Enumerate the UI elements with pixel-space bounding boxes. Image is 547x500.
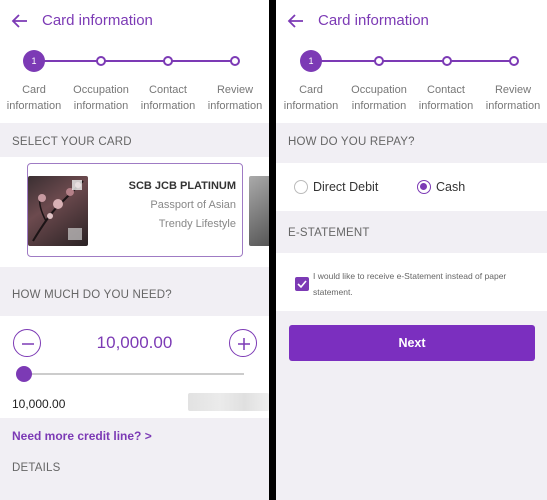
direct-debit-label[interactable]: Direct Debit	[313, 180, 378, 194]
next-card-preview[interactable]	[249, 176, 269, 246]
step-label-review: Review information	[196, 82, 269, 114]
estatement-checkbox[interactable]	[295, 277, 309, 291]
page-title: Card information	[318, 12, 429, 29]
card-tagline: Passport of Asian	[150, 199, 236, 211]
step-label-card: Card information	[276, 82, 350, 114]
step-4-dot	[230, 56, 240, 66]
card-name: SCB JCB PLATINUM	[128, 180, 236, 192]
radio-direct-debit[interactable]	[294, 180, 308, 194]
step-label-line: Card	[299, 84, 323, 96]
step-1-active: 1	[23, 50, 45, 72]
select-card-heading: SELECT YOUR CARD	[12, 136, 132, 148]
blurred-field	[188, 393, 269, 411]
card-artwork-icon	[32, 180, 84, 242]
decrease-amount-button[interactable]	[13, 329, 41, 357]
step-label-line: Review	[494, 84, 532, 96]
step-4-dot	[509, 56, 519, 66]
header: Card information	[0, 0, 269, 43]
step-label-line: information	[485, 100, 541, 112]
amount-heading: HOW MUCH DO YOU NEED?	[12, 289, 172, 301]
arrow-left-icon[interactable]	[10, 11, 30, 31]
amount-input[interactable]: 10,000.00	[12, 397, 65, 411]
card-selection-screen: Card information 1 Card information Occu…	[0, 0, 269, 500]
card-option-scb-jcb-platinum[interactable]: SCB JCB PLATINUM Passport of Asian Trend…	[27, 163, 243, 257]
amount-slider-track[interactable]	[24, 373, 244, 375]
details-heading: DETAILS	[12, 462, 61, 474]
step-label-line: information	[283, 100, 339, 112]
checkmark-icon	[297, 280, 307, 289]
cash-label[interactable]: Cash	[436, 180, 465, 194]
estatement-heading: E-STATEMENT	[288, 227, 370, 239]
next-button[interactable]: Next	[289, 325, 535, 361]
step-label-line: Review	[216, 84, 254, 96]
card-tagline: Trendy Lifestyle	[158, 218, 236, 230]
more-credit-link[interactable]: Need more credit line? >	[12, 429, 152, 443]
stepper-line	[34, 60, 235, 62]
arrow-left-icon[interactable]	[286, 11, 306, 31]
minus-icon	[22, 343, 34, 345]
step-3-dot	[163, 56, 173, 66]
increase-amount-button[interactable]	[229, 329, 257, 357]
step-label-review: Review information	[474, 82, 547, 114]
amount-slider-handle[interactable]	[16, 366, 32, 382]
step-1-active: 1	[300, 50, 322, 72]
page-title: Card information	[42, 12, 153, 29]
estatement-checkbox-label: I would like to receive e-Statement inst…	[313, 271, 507, 297]
step-label-line: information	[207, 100, 263, 112]
step-3-dot	[442, 56, 452, 66]
step-2-dot	[374, 56, 384, 66]
stepper-line	[310, 60, 513, 62]
radio-cash[interactable]	[417, 180, 431, 194]
progress-stepper: 1 Card information Occupation informatio…	[0, 43, 269, 123]
amount-value: 10,000.00	[96, 333, 173, 352]
progress-stepper: 1 Card information Occupation informatio…	[276, 43, 547, 123]
repay-heading: HOW DO YOU REPAY?	[288, 136, 415, 148]
header: Card information	[276, 0, 547, 43]
card-image	[28, 176, 88, 246]
repayment-screen: Card information 1 Card information Occu…	[276, 0, 547, 500]
plus-icon	[238, 338, 250, 350]
step-2-dot	[96, 56, 106, 66]
